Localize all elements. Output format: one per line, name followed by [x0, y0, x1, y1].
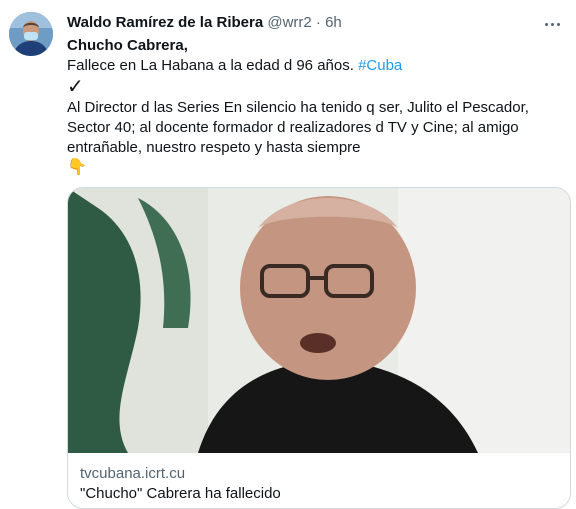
pointing-down-icon: 👇: [67, 159, 87, 176]
avatar[interactable]: [9, 12, 53, 56]
more-options-icon[interactable]: [542, 14, 562, 34]
card-domain[interactable]: tvcubana.icrt.cu: [80, 464, 185, 484]
tweet[interactable]: Waldo Ramírez de la Ribera @wrr2 · 6h Ch…: [0, 0, 576, 509]
tweet-text: Chucho Cabrera, Fallece en La Habana a l…: [67, 36, 557, 178]
tweet-line-2: Al Director d las Series En silencio ha …: [67, 99, 529, 116]
tweet-line-1: Fallece en La Habana a la edad d 96 años…: [67, 56, 557, 76]
display-name[interactable]: Waldo Ramírez de la Ribera: [67, 14, 263, 31]
tweet-line-4: entrañable, nuestro respeto y hasta siem…: [67, 139, 361, 156]
card-image[interactable]: [68, 188, 570, 453]
tweet-line-3: Sector 40; al docente formador d realiza…: [67, 119, 519, 136]
tweet-line-1-text: Fallece en La Habana a la edad d 96 años…: [67, 57, 359, 74]
tweet-title: Chucho Cabrera,: [67, 37, 188, 54]
hashtag-link[interactable]: #Cuba: [358, 57, 402, 74]
card-title[interactable]: "Chucho" Cabrera ha fallecido: [80, 484, 281, 504]
person-with-mask-avatar-icon: [9, 12, 53, 56]
check-mark-icon: ✓: [67, 76, 84, 98]
timestamp[interactable]: 6h: [325, 14, 342, 31]
tweet-header: Waldo Ramírez de la Ribera @wrr2 · 6h: [67, 13, 556, 33]
link-preview-card[interactable]: tvcubana.icrt.cu "Chucho" Cabrera ha fal…: [67, 187, 571, 509]
separator-dot: ·: [315, 14, 321, 31]
user-handle[interactable]: @wrr2: [267, 14, 311, 31]
